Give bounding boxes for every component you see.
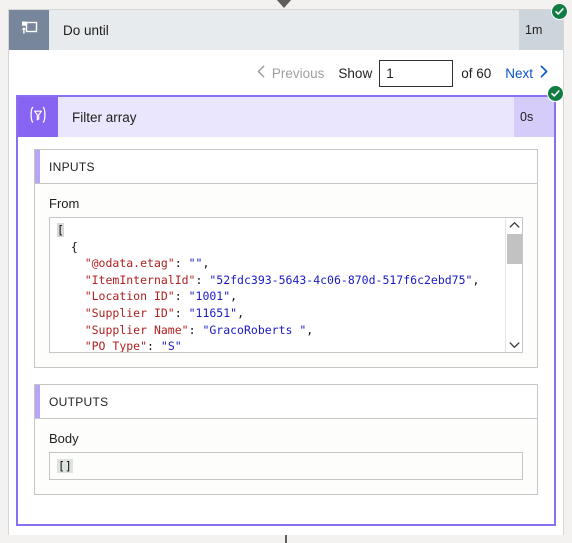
filter-array-body: INPUTS From [ { "@odata.etag": "", "Item… xyxy=(18,137,554,495)
code-scrollbar[interactable] xyxy=(505,218,522,352)
chevron-left-icon xyxy=(256,65,267,81)
outputs-section-body: Body [] xyxy=(35,419,537,494)
outputs-section: OUTPUTS Body [] xyxy=(34,384,538,495)
outputs-section-title: OUTPUTS xyxy=(49,394,109,409)
previous-page-button[interactable]: Previous xyxy=(256,65,325,81)
do-until-header[interactable]: Do until 1m xyxy=(9,3,568,50)
body-field-label: Body xyxy=(49,431,79,446)
chevron-right-icon xyxy=(538,65,549,81)
do-until-icon-container xyxy=(9,10,49,50)
inputs-section-body: From [ { "@odata.etag": "", "ItemInterna… xyxy=(35,184,537,367)
check-icon xyxy=(550,88,561,99)
from-field-label: From xyxy=(49,196,80,211)
arrow-down-icon xyxy=(276,0,292,8)
inputs-section: INPUTS From [ { "@odata.etag": "", "Item… xyxy=(34,149,538,368)
filter-array-title: Filter array xyxy=(72,109,137,125)
chevron-up-icon xyxy=(509,218,520,234)
previous-page-label: Previous xyxy=(271,65,325,81)
scrollbar-thumb[interactable] xyxy=(507,234,522,264)
chevron-down-icon xyxy=(509,336,520,352)
outputs-section-header[interactable]: OUTPUTS xyxy=(35,385,537,419)
filter-array-status-badge xyxy=(547,85,564,102)
flow-run-details-pane: Do until 1m Previous Show 1 of 60 Next F… xyxy=(0,0,572,543)
from-code-content: [ { "@odata.etag": "", "ItemInternalId":… xyxy=(57,223,480,353)
pagination-bar: Previous Show of 60 Next xyxy=(9,50,563,96)
filter-funnel-icon xyxy=(26,104,50,131)
filter-array-card: Filter array 0s INPUTS From [{"@odata.… xyxy=(16,85,564,526)
page-number-input[interactable] xyxy=(379,59,454,87)
inputs-section-title: INPUTS xyxy=(49,159,95,174)
filter-array-duration: 0s xyxy=(514,97,554,137)
show-label: Show xyxy=(338,65,373,81)
inputs-section-header[interactable]: INPUTS xyxy=(35,150,537,184)
scroll-up-button[interactable] xyxy=(506,218,522,234)
from-code-box[interactable]: [ { "@odata.etag": "", "ItemInternalId":… xyxy=(49,217,523,353)
filter-array-header[interactable]: Filter array 0s xyxy=(18,85,564,137)
next-page-button[interactable]: Next xyxy=(505,65,549,81)
flow-connector-bottom xyxy=(285,535,287,543)
do-until-loop-icon xyxy=(19,18,39,43)
body-output-value: [] xyxy=(57,459,73,473)
scroll-down-button[interactable] xyxy=(506,336,522,352)
filter-array-icon-container xyxy=(18,97,58,137)
next-page-label: Next xyxy=(505,65,533,81)
check-icon xyxy=(554,6,565,17)
do-until-status-badge xyxy=(551,3,568,20)
do-until-title: Do until xyxy=(63,22,109,38)
total-pages-label: of 60 xyxy=(461,65,492,81)
body-output-box[interactable]: [] xyxy=(49,452,523,480)
